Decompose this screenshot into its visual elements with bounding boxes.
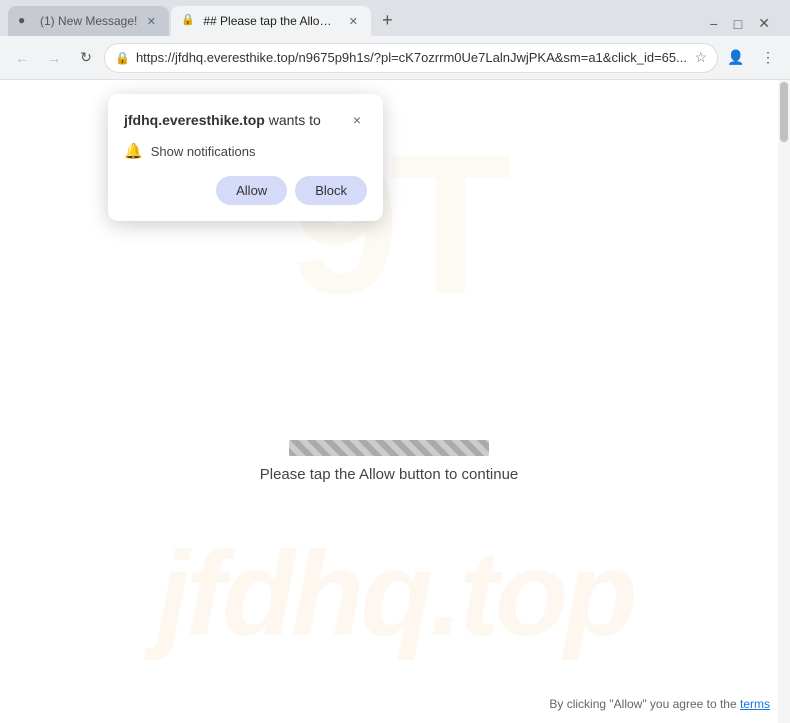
back-button[interactable]: ← (8, 44, 36, 72)
new-tab-button[interactable]: + (373, 6, 401, 34)
loading-text: Please tap the Allow button to continue (260, 466, 519, 483)
block-button[interactable]: Block (295, 176, 367, 205)
profile-icon: 👤 (727, 49, 744, 66)
bottom-terms: By clicking "Allow" you agree to the ter… (549, 697, 770, 711)
progress-bar (289, 440, 489, 456)
address-bar[interactable]: 🔒 https://jfdhq.everesthike.top/n9675p9h… (104, 43, 718, 73)
minimize-button[interactable]: − (710, 16, 718, 32)
popup-header: jfdhq.everesthike.top wants to × (124, 110, 367, 130)
bookmark-star[interactable]: ☆ (694, 49, 707, 66)
tab-2-title: ## Please tap the Allow button... (203, 14, 339, 28)
browser-window: ● (1) New Message! ✕ 🔒 ## Please tap the… (0, 0, 790, 723)
scrollbar-thumb[interactable] (780, 82, 788, 142)
toolbar: ← → ↻ 🔒 https://jfdhq.everesthike.top/n9… (0, 36, 790, 80)
tab-2-close[interactable]: ✕ (345, 13, 361, 29)
lock-icon: 🔒 (115, 51, 130, 65)
notification-popup: jfdhq.everesthike.top wants to × 🔔 Show … (108, 94, 383, 221)
scrollbar[interactable] (778, 80, 790, 723)
menu-icon: ⋮ (761, 49, 775, 66)
reload-button[interactable]: ↻ (72, 44, 100, 72)
tab-2-favicon: 🔒 (181, 13, 197, 29)
page-content: jfdhq.everesthike.top wants to × 🔔 Show … (0, 80, 790, 723)
popup-close-button[interactable]: × (347, 110, 367, 130)
menu-button[interactable]: ⋮ (754, 44, 782, 72)
toolbar-actions: 👤 ⋮ (722, 44, 782, 72)
close-button[interactable]: ✕ (758, 15, 770, 32)
bottom-text: By clicking "Allow" you agree to the (549, 697, 736, 711)
terms-link[interactable]: terms (740, 697, 770, 711)
notification-label: Show notifications (151, 144, 256, 159)
tab-1-title: (1) New Message! (40, 14, 137, 28)
maximize-button[interactable]: □ (734, 16, 742, 32)
popup-notification-row: 🔔 Show notifications (124, 142, 367, 160)
profile-button[interactable]: 👤 (722, 44, 750, 72)
address-text: https://jfdhq.everesthike.top/n9675p9h1s… (136, 50, 688, 65)
tab-2[interactable]: 🔒 ## Please tap the Allow button... ✕ (171, 6, 371, 36)
tab-bar: ● (1) New Message! ✕ 🔒 ## Please tap the… (0, 0, 790, 36)
tab-1-close[interactable]: ✕ (143, 13, 159, 29)
forward-button[interactable]: → (40, 44, 68, 72)
bell-icon: 🔔 (124, 142, 143, 160)
tab-1[interactable]: ● (1) New Message! ✕ (8, 6, 169, 36)
watermark-bottom: jfdhq.top (0, 525, 790, 663)
popup-domain: jfdhq.everesthike.top (124, 112, 265, 128)
popup-title: jfdhq.everesthike.top wants to (124, 112, 321, 128)
tab-1-favicon: ● (18, 13, 34, 29)
popup-buttons: Allow Block (124, 176, 367, 205)
window-controls: − □ ✕ (698, 15, 782, 32)
loading-section: Please tap the Allow button to continue (260, 440, 519, 483)
allow-button[interactable]: Allow (216, 176, 287, 205)
